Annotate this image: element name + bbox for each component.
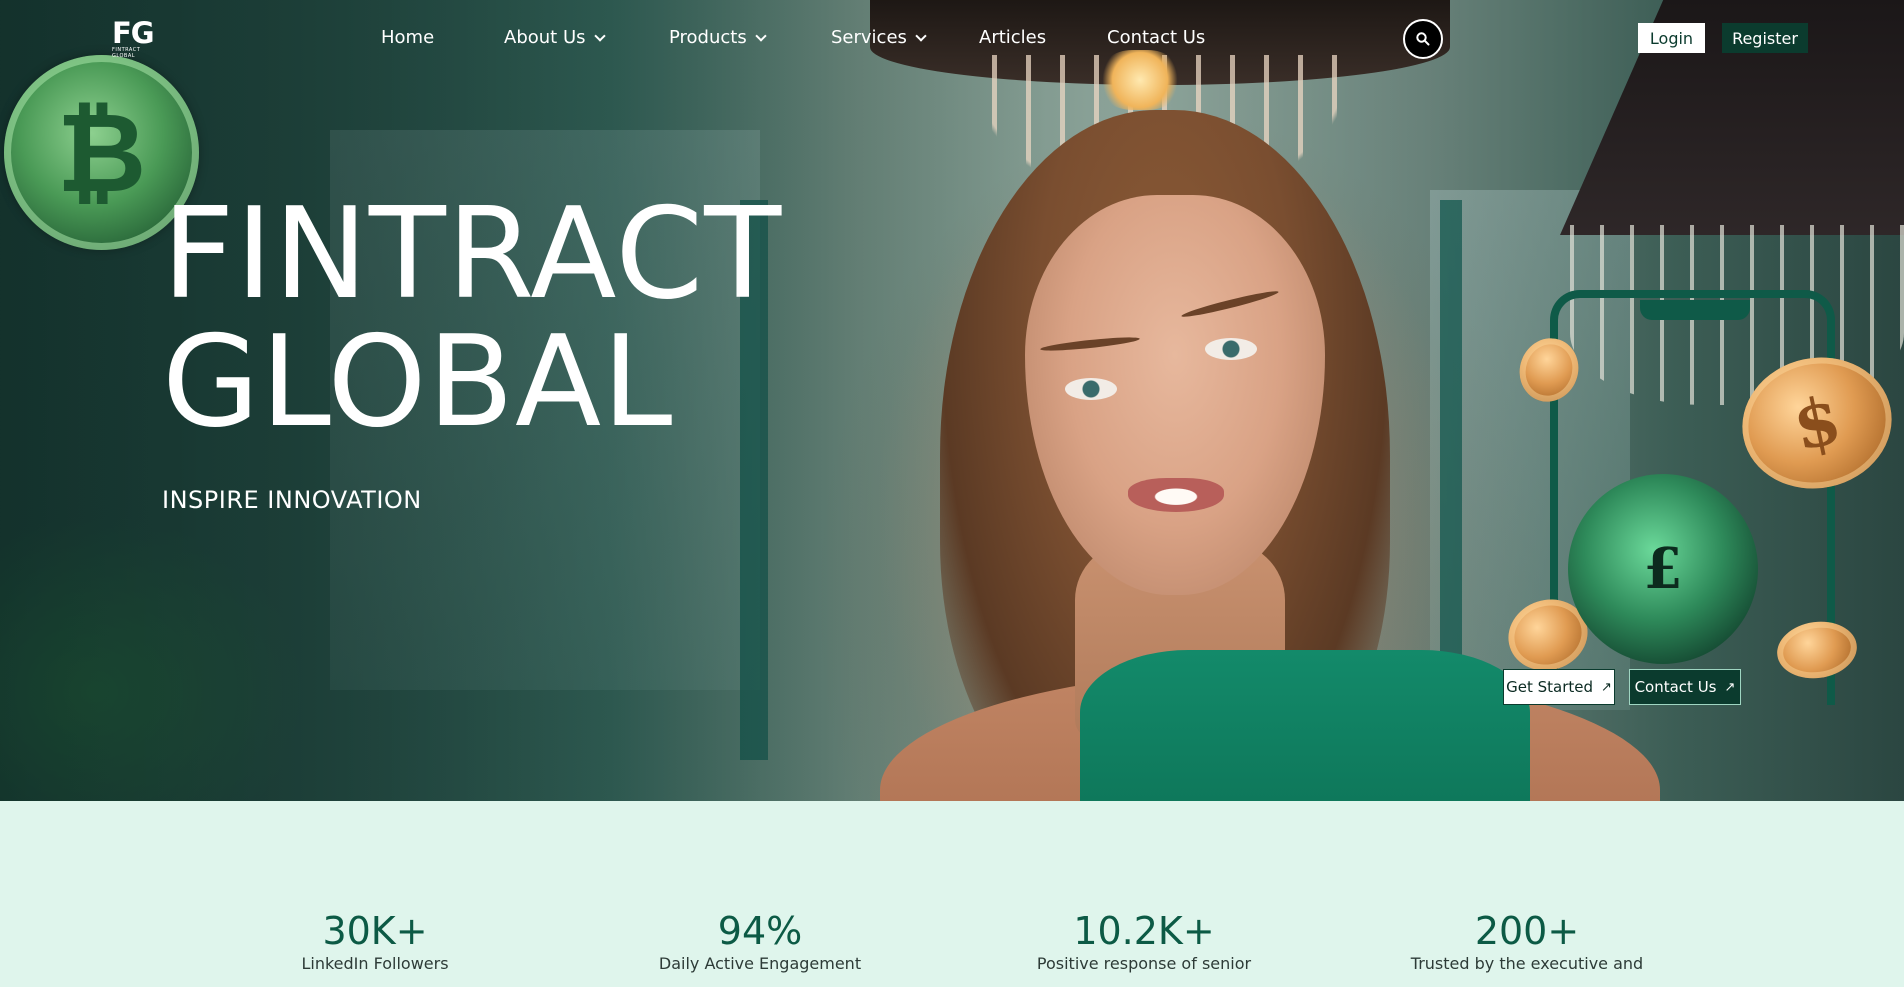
- stat-value: 10.2K+: [1073, 909, 1215, 953]
- get-started-label: Get Started: [1506, 678, 1593, 696]
- logo[interactable]: FG FINTRACT GLOBAL: [112, 16, 162, 59]
- nav-label: Articles: [979, 27, 1047, 48]
- nav-label: Services: [831, 27, 907, 48]
- portrait-smile: [1128, 478, 1224, 512]
- stat-label: Trusted by the executive and: [1410, 954, 1644, 973]
- nav-item-about-us[interactable]: About Us: [504, 24, 606, 52]
- nav-item-articles[interactable]: Articles: [979, 24, 1046, 52]
- search-button[interactable]: [1403, 19, 1443, 59]
- stat-value: 94%: [717, 909, 803, 953]
- phone-notch: [1640, 300, 1750, 320]
- contact-us-label: Contact Us: [1634, 678, 1717, 696]
- nav-label: About Us: [504, 27, 586, 48]
- stat-item: 94% Daily Active Engagement: [580, 909, 940, 975]
- stat-item: 200+ Trusted by the executive and: [1347, 909, 1707, 975]
- hero-title-line: GLOBAL: [162, 308, 674, 455]
- pound-icon: £: [1568, 474, 1758, 664]
- logo-mark: FG: [112, 16, 155, 50]
- nav-item-services[interactable]: Services: [831, 24, 927, 52]
- hero-title: FINTRACT GLOBAL: [162, 190, 782, 446]
- logo-subtitle: FINTRACT GLOBAL: [112, 47, 141, 59]
- nav-item-contact-us[interactable]: Contact Us: [1107, 24, 1205, 52]
- stat-label: LinkedIn Followers: [301, 954, 449, 973]
- lamp-bulb: [1100, 50, 1180, 110]
- get-started-button[interactable]: Get Started ↗: [1503, 669, 1615, 705]
- search-icon: [1416, 32, 1430, 46]
- stat-label: Daily Active Engagement: [658, 954, 862, 973]
- nav-label: Contact Us: [1107, 27, 1206, 48]
- stat-item: 30K+ LinkedIn Followers: [195, 909, 555, 975]
- contact-us-button[interactable]: Contact Us ↗: [1629, 669, 1741, 705]
- hero-subtitle: INSPIRE INNOVATION: [162, 486, 422, 514]
- arrow-up-right-icon: ↗: [1601, 679, 1612, 695]
- nav-item-home[interactable]: Home: [381, 24, 434, 52]
- chevron-down-icon: [915, 29, 927, 42]
- portrait-eye: [1205, 338, 1257, 360]
- portrait-dress: [1080, 650, 1530, 801]
- register-button[interactable]: Register: [1722, 23, 1808, 53]
- chevron-down-icon: [593, 29, 606, 42]
- hero-title-line: FINTRACT: [162, 180, 783, 327]
- stats-section: 30K+ LinkedIn Followers 94% Daily Active…: [0, 801, 1904, 987]
- hero-section: $ £ ₿ FG FINTRACT GLOBAL Home About Us P…: [0, 0, 1904, 801]
- stat-value: 200+: [1474, 909, 1580, 953]
- nav-item-products[interactable]: Products: [669, 24, 767, 52]
- stat-label: Positive response of senior: [1036, 954, 1252, 973]
- nav-label: Products: [669, 27, 747, 48]
- stat-value: 30K+: [322, 909, 428, 953]
- arrow-up-right-icon: ↗: [1724, 679, 1736, 695]
- nav-label: Home: [381, 27, 435, 48]
- login-button[interactable]: Login: [1638, 23, 1705, 53]
- portrait-eye: [1065, 378, 1117, 400]
- stat-item: 10.2K+ Positive response of senior: [964, 909, 1324, 975]
- chevron-down-icon: [755, 29, 767, 42]
